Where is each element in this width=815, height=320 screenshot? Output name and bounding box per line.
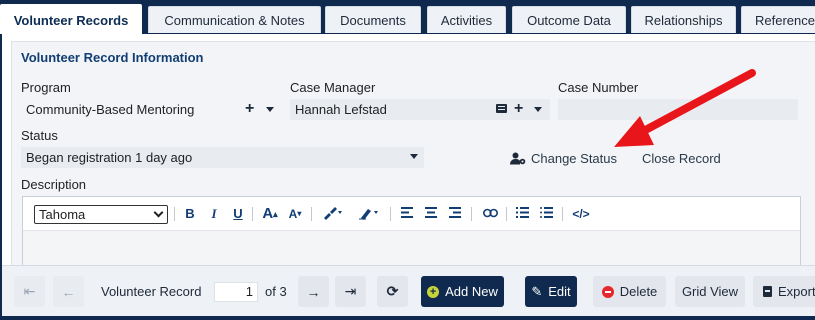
last-page-icon: ⇥ (344, 283, 357, 299)
grid-view-button[interactable]: Grid View (675, 276, 745, 307)
tab-documents[interactable]: Documents (325, 6, 421, 33)
refresh-button[interactable]: ⟳ (377, 276, 408, 307)
file-export-icon (763, 286, 772, 297)
tab-activities[interactable]: Activities (427, 6, 506, 33)
previous-record-button[interactable]: ← (53, 276, 84, 307)
tab-label: Outcome Data (527, 12, 611, 28)
delete-button[interactable]: Delete (593, 276, 666, 307)
tab-label: Documents (340, 12, 406, 28)
edit-button[interactable]: ✎ Edit (525, 276, 577, 307)
tab-label: Volunteer Records (13, 12, 129, 28)
refresh-icon: ⟳ (386, 283, 399, 299)
edit-label: Edit (548, 284, 571, 299)
tab-relationships[interactable]: Relationships (631, 6, 736, 33)
tab-volunteer-records[interactable]: Volunteer Records (0, 4, 142, 35)
page-number-input[interactable]: 1 (214, 282, 258, 302)
tab-bar: Volunteer Records Communication & Notes … (0, 0, 815, 35)
plus-circle-icon: + (427, 285, 440, 298)
minus-circle-icon (601, 285, 614, 298)
frame-border-bottom (0, 316, 815, 320)
add-new-button[interactable]: + Add New (421, 276, 504, 307)
frame-border-left (0, 34, 2, 320)
pencil-icon: ✎ (531, 283, 543, 299)
first-record-button[interactable]: ⇤ (14, 276, 45, 307)
add-new-label: Add New (445, 284, 498, 299)
record-label: Volunteer Record (101, 284, 202, 299)
delete-label: Delete (619, 284, 658, 299)
record-navigation-bar: ⇤ ← Volunteer Record 1 of 3 → ⇥ ⟳ + Add … (0, 265, 815, 320)
first-page-icon: ⇤ (23, 283, 36, 299)
tab-label: Communication & Notes (164, 12, 305, 28)
arrow-right-icon: → (306, 283, 321, 300)
tab-label: Relationships (644, 12, 723, 28)
page-total: of 3 (265, 284, 287, 299)
last-record-button[interactable]: ⇥ (335, 276, 366, 307)
tab-outcome-data[interactable]: Outcome Data (512, 6, 626, 33)
export-button[interactable]: Export (753, 276, 815, 307)
tab-communication-notes[interactable]: Communication & Notes (148, 6, 321, 33)
next-record-button[interactable]: → (298, 276, 329, 307)
export-label: Export (778, 284, 815, 299)
grid-view-label: Grid View (681, 284, 739, 299)
arrow-left-icon: ← (61, 283, 76, 300)
tab-label: Activities (440, 12, 493, 28)
tab-references[interactable]: References (741, 6, 815, 33)
tab-label: References (755, 12, 815, 28)
